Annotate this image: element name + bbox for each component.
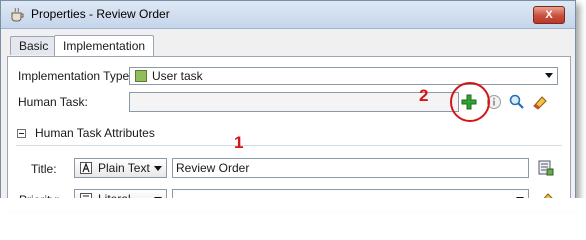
section-title: Human Task Attributes: [35, 126, 155, 140]
window-title: Properties - Review Order: [31, 7, 170, 21]
expression-builder-icon[interactable]: [537, 159, 555, 177]
search-icon[interactable]: [508, 93, 526, 111]
tab-implementation[interactable]: Implementation: [54, 35, 155, 56]
implementation-type-label: Implementation Type:: [18, 69, 133, 83]
title-label: Title:: [31, 162, 57, 176]
torn-edge-shape: [0, 199, 586, 211]
implementation-type-select[interactable]: User task: [129, 67, 558, 85]
human-task-field[interactable]: [129, 92, 459, 112]
text-mode-icon: [80, 162, 92, 174]
section-divider: [16, 145, 562, 146]
coffee-cup-icon: [11, 7, 24, 22]
title-mode-select[interactable]: Plain Text: [74, 158, 167, 178]
section-collapse-toggle[interactable]: [17, 129, 26, 138]
close-button[interactable]: X: [533, 6, 565, 24]
title-input[interactable]: Review Order: [172, 158, 529, 178]
annotation-marker-2: 2: [419, 86, 429, 105]
title-bar: Properties - Review Order X: [1, 1, 575, 29]
implementation-panel: Implementation Type: User task Human Tas…: [7, 56, 571, 209]
tab-basic[interactable]: Basic: [10, 36, 58, 55]
annotation-marker-1: 1: [234, 133, 244, 152]
chevron-down-icon: [545, 73, 553, 78]
annotation-highlight-circle: [450, 82, 490, 122]
human-task-label: Human Task:: [18, 95, 88, 109]
implementation-type-value: User task: [152, 69, 203, 83]
title-mode-value: Plain Text: [98, 161, 150, 175]
user-task-icon: [135, 70, 147, 82]
chevron-down-icon: [154, 166, 162, 171]
torn-edge: [0, 198, 586, 211]
eraser-icon[interactable]: [531, 93, 549, 111]
title-value: Review Order: [176, 161, 250, 175]
